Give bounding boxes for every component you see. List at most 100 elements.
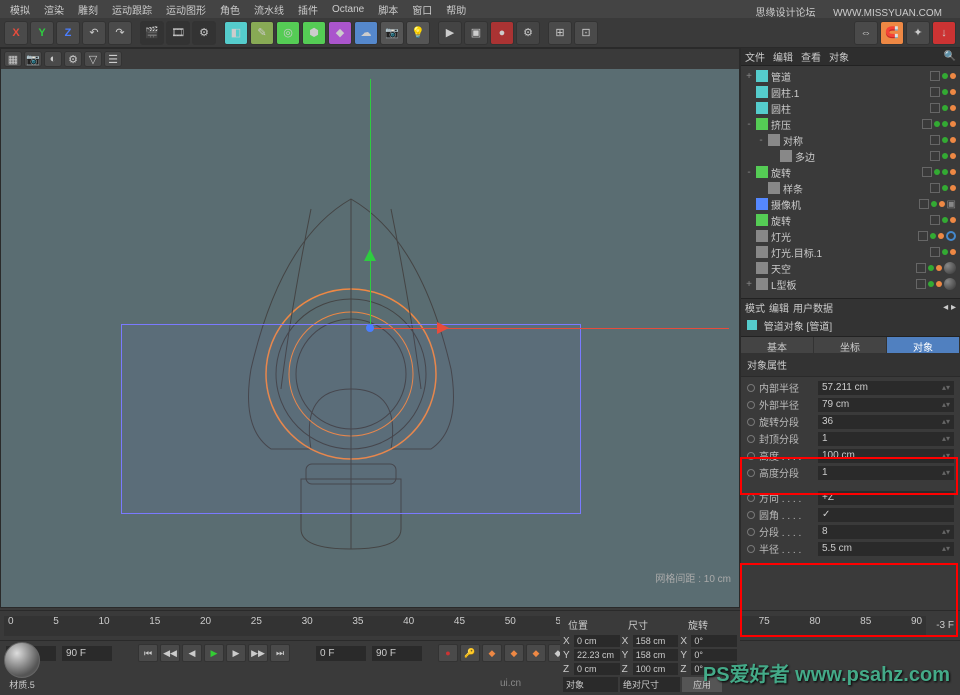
menu-item[interactable]: 角色 [214,0,246,19]
viewport[interactable]: ▦ 📷 ◐ ⚙ ▽ ☰ [0,48,740,608]
snap-icon[interactable]: ⊞ [548,21,572,45]
goto-start-button[interactable]: ⏮ [138,644,158,662]
timeline-ruler[interactable]: 051015202530354045505560657075808590 [4,616,926,636]
om-tab[interactable]: 编辑 [773,49,793,64]
object-row[interactable]: 灯光 [741,228,960,244]
frame-cur2-field[interactable]: 0 F [316,646,366,661]
object-row[interactable]: +管道 [741,68,960,84]
axis-y-button[interactable]: Y [30,21,54,45]
nurbs-icon[interactable]: ◎ [276,21,300,45]
search-icon[interactable]: 🔍 [944,51,956,62]
attr-row[interactable]: 高度分段1▴▾ [743,464,958,481]
goto-end-button[interactable]: ⏭ [270,644,290,662]
object-row[interactable]: 旋转 [741,212,960,228]
workplane-icon[interactable]: ⊡ [574,21,598,45]
attr-row[interactable]: 内部半径57.211 cm▴▾ [743,379,958,396]
close-icon[interactable]: ↓ [932,21,956,45]
om-tab[interactable]: 文件 [745,49,765,64]
menu-item[interactable]: 帮助 [440,0,472,19]
attr-tab[interactable]: 用户数据 [793,300,833,315]
pen-icon[interactable]: ✎ [250,21,274,45]
generator-icon[interactable]: ⬢ [302,21,326,45]
coord-size-mode[interactable]: 绝对尺寸 [620,677,680,692]
coord-mode[interactable]: 对象 [563,677,618,692]
object-row[interactable]: -挤压 [741,116,960,132]
key-rot-button[interactable]: ◆ [526,644,546,662]
frame-end-field[interactable]: 90 F [372,646,422,661]
attr-row[interactable]: 旋转分段36▴▾ [743,413,958,430]
attr-row[interactable]: 分段 . . . .8▴▾ [743,523,958,540]
attr-row[interactable]: 方向 . . . .+Z [743,489,958,506]
object-tree[interactable]: +管道圆柱.1圆柱-挤压-对称多边-旋转样条摄像机▣旋转灯光灯光.目标.1天空+… [741,66,960,294]
render-icon[interactable]: ▶ [438,21,462,45]
cube-icon[interactable]: ◧ [224,21,248,45]
tab-coord[interactable]: 坐标 [814,337,887,353]
attr-tab[interactable]: 编辑 [769,300,789,315]
object-row[interactable]: +L型板 [741,276,960,292]
object-row[interactable]: 灯光.目标.1 [741,244,960,260]
tab-basic[interactable]: 基本 [741,337,814,353]
menu-item[interactable]: Octane [326,2,370,17]
frame-current-field[interactable]: 90 F [62,646,112,661]
object-row[interactable]: 样条 [741,180,960,196]
menu-item[interactable]: 运动跟踪 [106,0,158,19]
arrange-icon[interactable]: ⇔ [854,21,878,45]
object-row[interactable]: 摄像机▣ [741,196,960,212]
key-pos-button[interactable]: ◆ [482,644,502,662]
menu-item[interactable]: 流水线 [248,0,290,19]
prev-key-button[interactable]: ◀◀ [160,644,180,662]
attr-row[interactable]: 外部半径79 cm▴▾ [743,396,958,413]
attr-row[interactable]: 高度 . . . .100 cm▴▾ [743,447,958,464]
attr-tab[interactable]: 模式 [745,300,765,315]
autokey-button[interactable]: 🔑 [460,644,480,662]
vp-filter-icon[interactable]: ▽ [84,51,102,67]
prev-frame-button[interactable]: ◀ [182,644,202,662]
object-row[interactable]: -对称 [741,132,960,148]
render-settings-icon[interactable]: ⚙ [516,21,540,45]
origin-handle[interactable] [366,324,374,332]
film-icon[interactable]: 🎞 [166,21,190,45]
om-tab[interactable]: 查看 [801,49,821,64]
light-icon[interactable]: 💡 [406,21,430,45]
redo-button[interactable]: ↷ [108,21,132,45]
material-preview[interactable] [4,642,40,678]
attr-nav-icon[interactable]: ◂ ▸ [943,302,956,313]
axis-z-button[interactable]: Z [56,21,80,45]
menu-item[interactable]: 雕刻 [72,0,104,19]
menu-item[interactable]: 插件 [292,0,324,19]
om-tab[interactable]: 对象 [829,49,849,64]
axis-x-button[interactable]: X [4,21,28,45]
object-row[interactable]: 圆柱.1 [741,84,960,100]
attr-row[interactable]: 半径 . . . .5.5 cm▴▾ [743,540,958,557]
object-row[interactable]: 多边 [741,148,960,164]
viewport-canvas[interactable]: 网格间距 : 10 cm [1,69,739,587]
vp-view-icon[interactable]: ▦ [4,51,22,67]
undo-button[interactable]: ↶ [82,21,106,45]
menu-item[interactable]: 脚本 [372,0,404,19]
menu-item[interactable]: 窗口 [406,0,438,19]
object-row[interactable]: -旋转 [741,164,960,180]
deformer-icon[interactable]: ◆ [328,21,352,45]
y-axis-arrow[interactable] [364,249,376,261]
menu-item[interactable]: 运动图形 [160,0,212,19]
x-axis-arrow[interactable] [437,322,449,334]
object-row[interactable]: 天空 [741,260,960,276]
vp-cam-icon[interactable]: 📷 [24,51,42,67]
axis-icon[interactable]: ✦ [906,21,930,45]
vp-display-icon[interactable]: ◐ [44,51,62,67]
magnet-icon[interactable]: 🧲 [880,21,904,45]
record-icon[interactable]: ● [490,21,514,45]
play-button[interactable]: ▶ [204,644,224,662]
object-row[interactable]: 圆柱 [741,100,960,116]
menu-item[interactable]: 模拟 [4,0,36,19]
env-icon[interactable]: ☁ [354,21,378,45]
vp-options-icon[interactable]: ⚙ [64,51,82,67]
key-scale-button[interactable]: ◆ [504,644,524,662]
camera-icon[interactable]: 📷 [380,21,404,45]
attr-row[interactable]: 封顶分段1▴▾ [743,430,958,447]
clapper-icon[interactable]: 🎬 [140,21,164,45]
vp-panel-icon[interactable]: ☰ [104,51,122,67]
next-frame-button[interactable]: ▶ [226,644,246,662]
menu-item[interactable]: 渲染 [38,0,70,19]
tab-object[interactable]: 对象 [887,337,960,353]
